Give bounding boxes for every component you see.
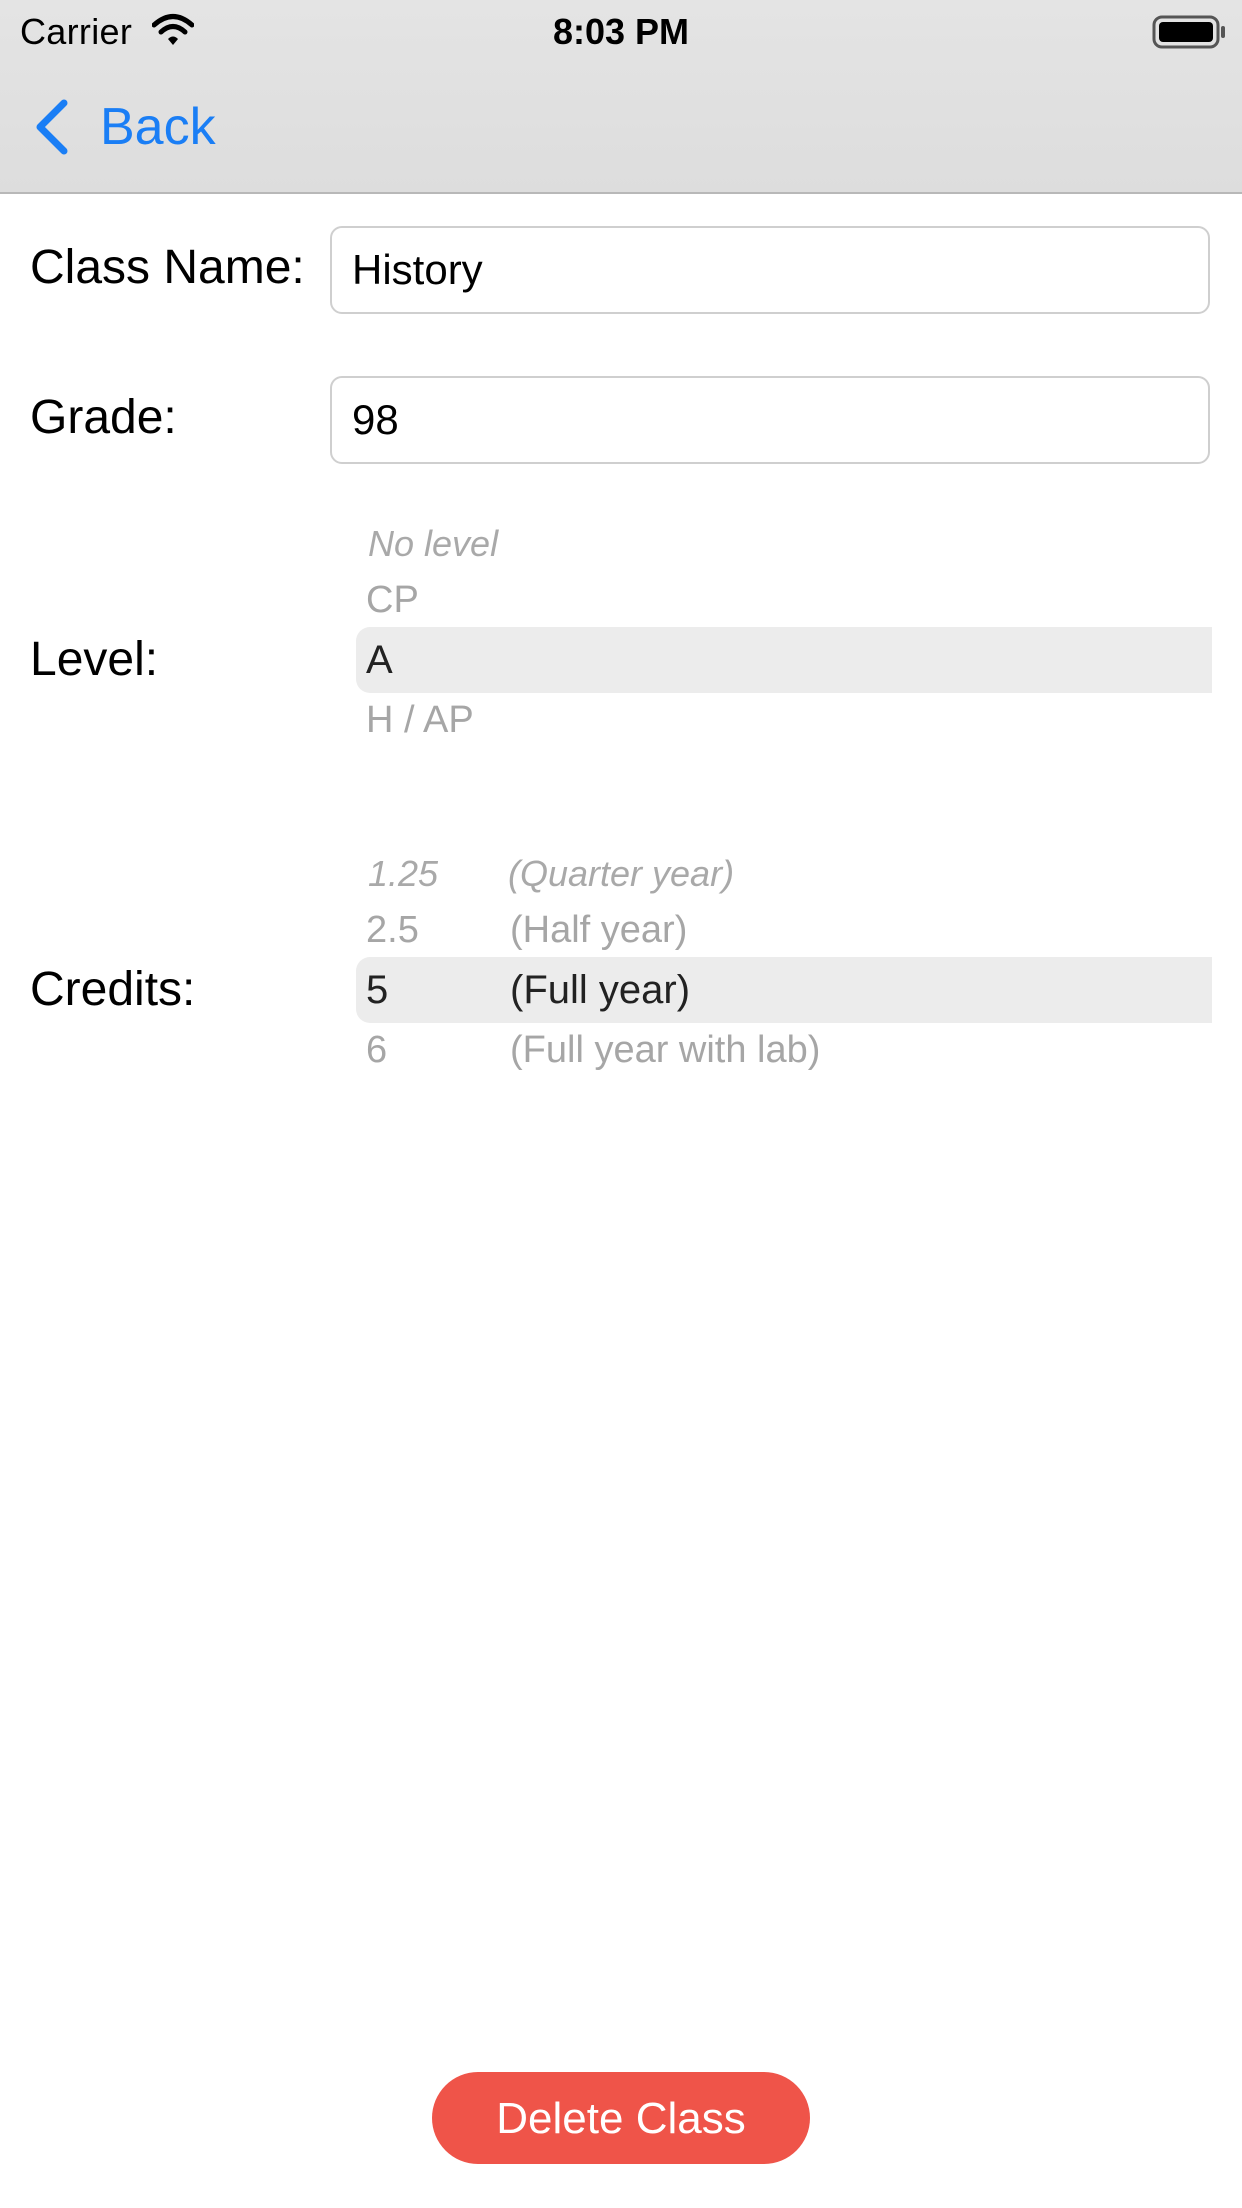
level-label: Level:: [30, 633, 159, 686]
credits-picker-selection: [356, 957, 1212, 1023]
credits-option[interactable]: 2.5 (Half year): [366, 906, 687, 954]
class-name-input[interactable]: [330, 226, 1210, 314]
credits-option-description: (Half year): [510, 909, 688, 951]
credits-option-value: 6: [366, 1029, 388, 1071]
status-time: 8:03 PM: [552, 11, 690, 52]
credits-option[interactable]: 6 (Full year with lab): [366, 1026, 820, 1074]
credits-option[interactable]: 1.25 (Quarter year): [368, 850, 734, 898]
edit-class-screen: Carrier 8:03 PM Back Class Name: Grade: …: [0, 0, 1242, 2208]
grade-label: Grade:: [30, 391, 177, 444]
credits-label: Credits:: [30, 963, 196, 1016]
credits-option-selected[interactable]: 5 (Full year): [366, 966, 690, 1014]
credits-option-description: (Full year with lab): [510, 1029, 821, 1071]
grade-input[interactable]: [330, 376, 1210, 464]
chevron-left-icon: [36, 99, 68, 155]
credits-option-value: 5: [366, 968, 389, 1012]
level-option[interactable]: CP: [366, 576, 419, 624]
back-button[interactable]: Back: [32, 92, 216, 162]
credits-option-description: (Quarter year): [508, 853, 735, 894]
battery-icon: [1152, 15, 1225, 49]
level-option[interactable]: No level: [368, 520, 498, 568]
level-picker[interactable]: No level CP A H / AP: [356, 520, 1212, 760]
class-name-label: Class Name:: [30, 241, 305, 294]
delete-class-button[interactable]: Delete Class: [432, 2072, 810, 2164]
credits-option-value: 2.5: [366, 909, 419, 951]
level-picker-selection: [356, 627, 1212, 693]
level-option[interactable]: H / AP: [366, 696, 474, 744]
credits-option-description: (Full year): [510, 968, 691, 1012]
level-option-selected[interactable]: A: [366, 636, 393, 684]
credits-option-value: 1.25: [368, 853, 439, 894]
credits-picker[interactable]: 1.25 (Quarter year) 2.5 (Half year) 5 (F…: [356, 850, 1212, 1090]
back-label: Back: [100, 98, 216, 156]
